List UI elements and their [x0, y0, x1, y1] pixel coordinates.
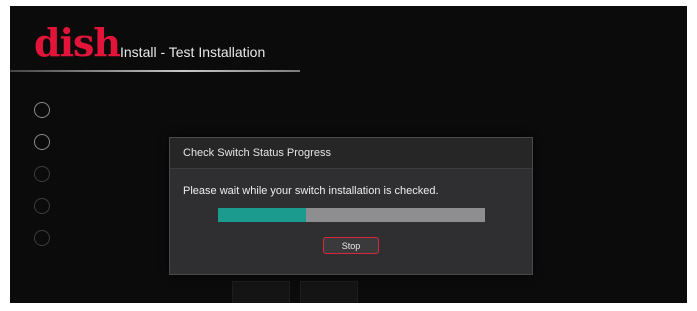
dialog-message: Please wait while your switch installati…	[183, 185, 439, 197]
step-number-icon	[34, 198, 50, 214]
tv-screen: dish Install - Test Installation Check S…	[10, 6, 687, 303]
progress-bar	[218, 208, 485, 222]
dish-logo: dish	[34, 20, 121, 65]
step-number-icon	[34, 134, 50, 150]
background-button[interactable]	[232, 281, 290, 303]
step-number-icon	[34, 230, 50, 246]
step-number-icon	[34, 102, 50, 118]
progress-bar-fill	[218, 208, 307, 222]
step-number-icon	[34, 166, 50, 182]
page-title: Install - Test Installation	[120, 44, 266, 60]
background-button[interactable]	[300, 281, 358, 303]
dialog-title: Check Switch Status Progress	[183, 147, 331, 159]
install-step[interactable]	[34, 94, 204, 126]
dialog-header: Check Switch Status Progress	[170, 138, 532, 169]
stop-button[interactable]: Stop	[323, 237, 379, 254]
progress-dialog: Check Switch Status Progress Please wait…	[169, 137, 533, 275]
header-divider	[10, 70, 300, 72]
